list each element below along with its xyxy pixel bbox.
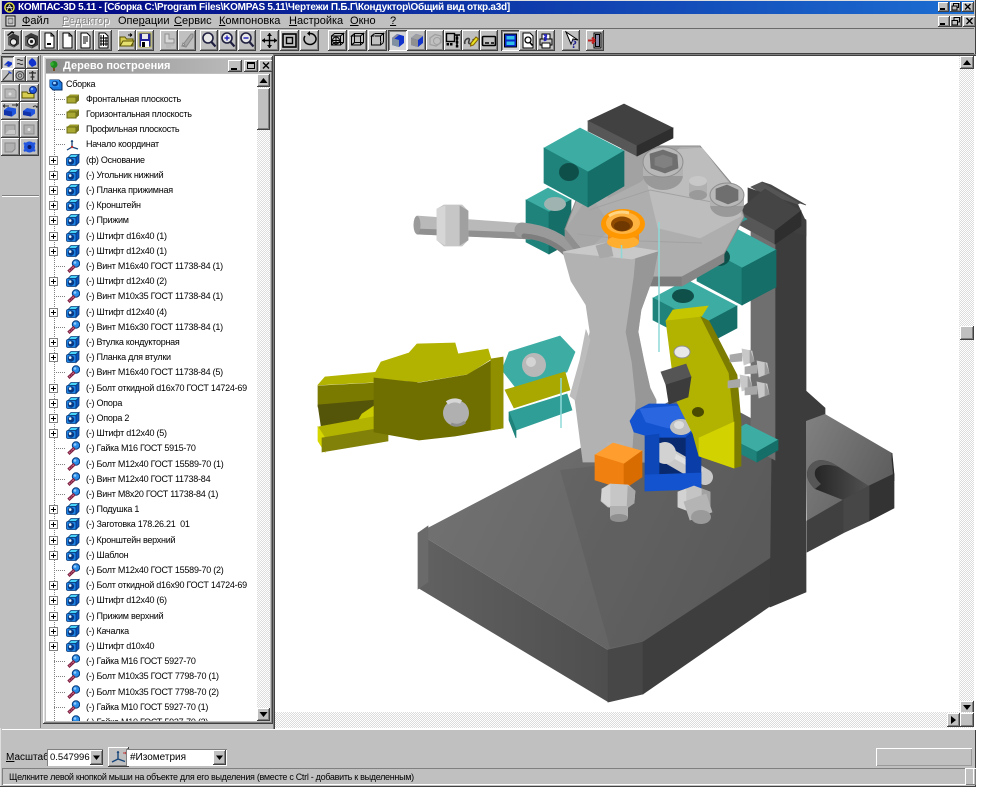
svg-text:?: ? — [571, 37, 577, 51]
